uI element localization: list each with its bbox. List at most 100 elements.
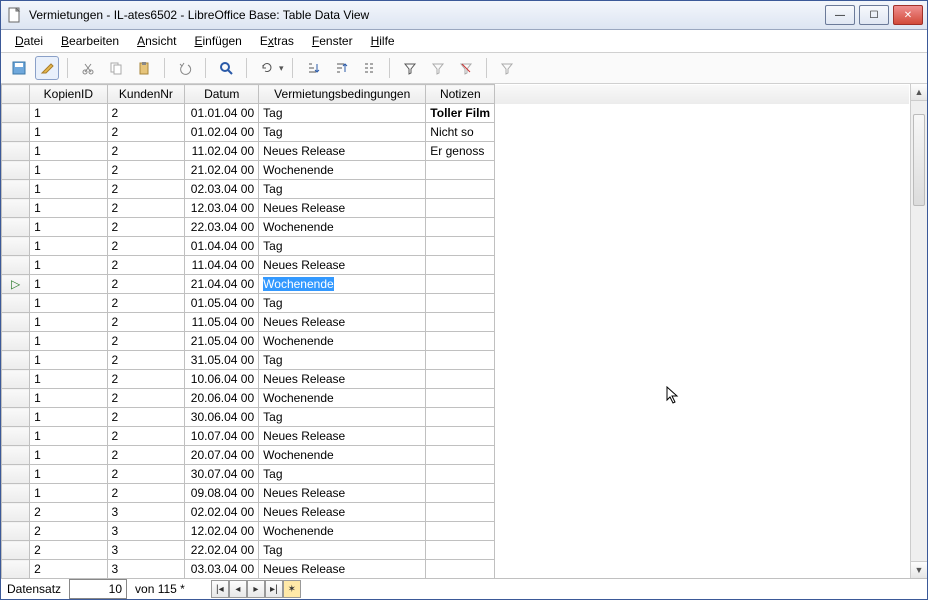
refresh-icon[interactable]	[255, 56, 279, 80]
table-row[interactable]: ▷1221.04.04 00Wochenende	[2, 275, 910, 294]
removefilter-icon[interactable]	[454, 56, 478, 80]
cell-kopienid[interactable]: 1	[30, 294, 107, 313]
find-icon[interactable]	[214, 56, 238, 80]
cell-kundennr[interactable]: 2	[107, 104, 185, 123]
menu-extras[interactable]: Extras	[252, 32, 302, 50]
row-handle[interactable]	[2, 294, 30, 313]
autofilter-icon[interactable]	[398, 56, 422, 80]
cell-bedingungen[interactable]: Tag	[259, 104, 426, 123]
cell-datum[interactable]: 20.06.04 00	[185, 389, 259, 408]
cell-kopienid[interactable]: 2	[30, 560, 107, 579]
cell-bedingungen[interactable]: Tag	[259, 237, 426, 256]
cell-kundennr[interactable]: 2	[107, 484, 185, 503]
cell-kundennr[interactable]: 2	[107, 123, 185, 142]
cell-notizen[interactable]	[426, 332, 495, 351]
row-handle-header[interactable]	[2, 85, 30, 104]
row-handle[interactable]	[2, 256, 30, 275]
cell-bedingungen[interactable]: Tag	[259, 465, 426, 484]
table-row[interactable]: 1211.02.04 00Neues ReleaseEr genoss	[2, 142, 910, 161]
nav-next-icon[interactable]: ▸	[247, 580, 265, 598]
cell-datum[interactable]: 22.03.04 00	[185, 218, 259, 237]
table-row[interactable]: 1231.05.04 00Tag	[2, 351, 910, 370]
cell-bedingungen[interactable]: Tag	[259, 351, 426, 370]
cell-datum[interactable]: 11.02.04 00	[185, 142, 259, 161]
cell-notizen[interactable]	[426, 237, 495, 256]
cell-datum[interactable]: 02.03.04 00	[185, 180, 259, 199]
cell-bedingungen[interactable]: Tag	[259, 294, 426, 313]
table-row[interactable]: 1220.06.04 00Wochenende	[2, 389, 910, 408]
cell-kopienid[interactable]: 1	[30, 218, 107, 237]
cell-bedingungen[interactable]: Wochenende	[259, 522, 426, 541]
cell-datum[interactable]: 11.04.04 00	[185, 256, 259, 275]
scroll-down-icon[interactable]: ▼	[911, 561, 927, 578]
cell-notizen[interactable]	[426, 465, 495, 484]
cell-datum[interactable]: 31.05.04 00	[185, 351, 259, 370]
record-number-input[interactable]	[69, 579, 127, 599]
table-row[interactable]: 2303.03.04 00Neues Release	[2, 560, 910, 579]
cell-kopienid[interactable]: 2	[30, 541, 107, 560]
save-icon[interactable]	[7, 56, 31, 80]
col-header-kundennr[interactable]: KundenNr	[107, 85, 185, 104]
table-row[interactable]: 1201.02.04 00TagNicht so	[2, 123, 910, 142]
cell-kundennr[interactable]: 2	[107, 199, 185, 218]
cell-datum[interactable]: 12.03.04 00	[185, 199, 259, 218]
sort-asc-icon[interactable]	[301, 56, 325, 80]
cell-datum[interactable]: 20.07.04 00	[185, 446, 259, 465]
cell-datum[interactable]: 02.02.04 00	[185, 503, 259, 522]
cell-notizen[interactable]	[426, 294, 495, 313]
cell-notizen[interactable]	[426, 370, 495, 389]
row-handle[interactable]	[2, 370, 30, 389]
cell-kundennr[interactable]: 2	[107, 218, 185, 237]
cell-datum[interactable]: 21.04.04 00	[185, 275, 259, 294]
cell-kundennr[interactable]: 2	[107, 332, 185, 351]
cut-icon[interactable]	[76, 56, 100, 80]
table-row[interactable]: 2302.02.04 00Neues Release	[2, 503, 910, 522]
cell-kundennr[interactable]: 2	[107, 256, 185, 275]
menu-hilfe[interactable]: Hilfe	[363, 32, 403, 50]
table-row[interactable]: 1209.08.04 00Neues Release	[2, 484, 910, 503]
cell-datum[interactable]: 03.03.04 00	[185, 560, 259, 579]
cell-bedingungen[interactable]: Wochenende	[259, 161, 426, 180]
minimize-button[interactable]: —	[825, 5, 855, 25]
table-row[interactable]: 1220.07.04 00Wochenende	[2, 446, 910, 465]
cell-kundennr[interactable]: 2	[107, 389, 185, 408]
row-handle[interactable]	[2, 237, 30, 256]
cell-bedingungen[interactable]: Neues Release	[259, 484, 426, 503]
dropdown-arrow-icon[interactable]: ▾	[279, 63, 284, 74]
applyfilter-icon[interactable]	[495, 56, 519, 80]
row-handle[interactable]	[2, 199, 30, 218]
row-handle[interactable]	[2, 389, 30, 408]
cell-kopienid[interactable]: 1	[30, 446, 107, 465]
cell-bedingungen[interactable]: Wochenende	[259, 275, 426, 294]
cell-kopienid[interactable]: 1	[30, 332, 107, 351]
cell-notizen[interactable]: Nicht so	[426, 123, 495, 142]
paste-icon[interactable]	[132, 56, 156, 80]
row-handle[interactable]	[2, 332, 30, 351]
table-row[interactable]: 1210.06.04 00Neues Release	[2, 370, 910, 389]
cell-kundennr[interactable]: 2	[107, 313, 185, 332]
cell-datum[interactable]: 22.02.04 00	[185, 541, 259, 560]
row-handle[interactable]	[2, 313, 30, 332]
cell-bedingungen[interactable]: Neues Release	[259, 427, 426, 446]
cell-notizen[interactable]	[426, 427, 495, 446]
cell-kundennr[interactable]: 2	[107, 294, 185, 313]
col-header-notizen[interactable]: Notizen	[426, 85, 495, 104]
cell-kundennr[interactable]: 2	[107, 446, 185, 465]
row-handle[interactable]	[2, 142, 30, 161]
cell-notizen[interactable]	[426, 389, 495, 408]
table-row[interactable]: 1210.07.04 00Neues Release	[2, 427, 910, 446]
standardfilter-icon[interactable]	[426, 56, 450, 80]
cell-kundennr[interactable]: 2	[107, 237, 185, 256]
table-scroll-area[interactable]: KopienID KundenNr Datum Vermietungsbedin…	[1, 84, 910, 578]
row-handle[interactable]	[2, 218, 30, 237]
cell-datum[interactable]: 01.01.04 00	[185, 104, 259, 123]
cell-kundennr[interactable]: 3	[107, 541, 185, 560]
row-handle[interactable]	[2, 522, 30, 541]
cell-notizen[interactable]	[426, 446, 495, 465]
cell-kopienid[interactable]: 1	[30, 180, 107, 199]
row-handle[interactable]	[2, 427, 30, 446]
cell-bedingungen[interactable]: Tag	[259, 541, 426, 560]
row-handle[interactable]	[2, 408, 30, 427]
cell-notizen[interactable]	[426, 541, 495, 560]
row-handle[interactable]	[2, 161, 30, 180]
